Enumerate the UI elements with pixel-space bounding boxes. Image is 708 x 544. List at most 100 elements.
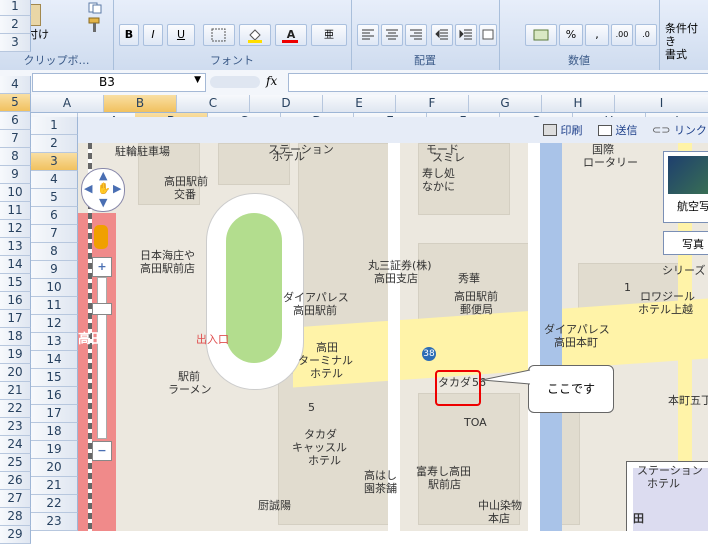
number-group-label: 数値: [568, 54, 590, 67]
underline-button[interactable]: U: [167, 24, 195, 46]
row-header[interactable]: 17: [0, 310, 31, 328]
printer-icon: [543, 124, 557, 136]
formula-input[interactable]: [288, 73, 708, 92]
row-header[interactable]: 26: [0, 472, 31, 490]
column-header[interactable]: I: [615, 95, 708, 112]
row-header[interactable]: 4: [0, 76, 31, 94]
font-color-button[interactable]: A: [275, 24, 307, 46]
inner-row-header: 19: [31, 441, 78, 459]
conditional-format-label: 条件付き: [665, 22, 698, 48]
row-header[interactable]: 1: [0, 0, 31, 16]
row-header[interactable]: 11: [0, 202, 31, 220]
zoom-slider[interactable]: [97, 277, 107, 439]
print-link[interactable]: 印刷: [543, 122, 583, 138]
fill-color-button[interactable]: [239, 24, 271, 46]
merge-cells-button[interactable]: [479, 24, 497, 46]
bold-button[interactable]: B: [119, 24, 139, 46]
inner-row-header: 17: [31, 405, 78, 423]
row-header[interactable]: 14: [0, 256, 31, 274]
pan-control[interactable]: ▲ ▼ ◀ ▶ ✋: [81, 168, 125, 212]
row-header[interactable]: 19: [0, 346, 31, 364]
chain-link-icon: ⊂⊃: [652, 123, 671, 137]
row-header[interactable]: 15: [0, 274, 31, 292]
photo-option[interactable]: 写真: [663, 231, 708, 255]
send-link[interactable]: 送信: [598, 122, 638, 138]
phonetic-button[interactable]: 亜: [311, 24, 347, 46]
row-header[interactable]: 24: [0, 436, 31, 454]
fx-icon[interactable]: fx: [266, 74, 277, 88]
row-header[interactable]: 18: [0, 328, 31, 346]
column-header[interactable]: G: [469, 95, 542, 112]
row-header[interactable]: 16: [0, 292, 31, 310]
pasted-image[interactable]: A B C D E F G H I 1 2 3 4 5 6 7 8 9 10 1…: [31, 113, 708, 531]
comma-button[interactable]: ,: [585, 24, 609, 46]
column-header[interactable]: D: [250, 95, 323, 112]
overview-map[interactable]: ステーション ホテル 田: [626, 461, 708, 531]
format-painter-icon[interactable]: [86, 16, 104, 34]
row-header[interactable]: 8: [0, 148, 31, 166]
column-header[interactable]: A: [31, 95, 104, 112]
border-button[interactable]: [203, 24, 235, 46]
aerial-button[interactable]: 航空写真: [663, 151, 708, 223]
link-label: リンク: [673, 124, 707, 137]
increase-indent-button[interactable]: [455, 24, 477, 46]
row-header[interactable]: 27: [0, 490, 31, 508]
map-label: 厨誠陽: [258, 499, 291, 512]
column-header[interactable]: F: [396, 95, 469, 112]
row-header[interactable]: 23: [0, 418, 31, 436]
percent-button[interactable]: %: [559, 24, 583, 46]
pan-right-icon[interactable]: ▶: [113, 182, 121, 195]
zoom-in-button[interactable]: +: [92, 257, 112, 277]
inner-row-header: 2: [31, 135, 78, 153]
row-header[interactable]: 29: [0, 526, 31, 544]
map-label: タカダ: [304, 428, 337, 441]
row-header[interactable]: 13: [0, 238, 31, 256]
row-header[interactable]: 22: [0, 400, 31, 418]
row-header[interactable]: 3: [0, 34, 31, 52]
align-center-button[interactable]: [381, 24, 403, 46]
column-header[interactable]: C: [177, 95, 250, 112]
row-header[interactable]: 7: [0, 130, 31, 148]
map-label: ロワジール: [640, 290, 695, 303]
inner-row-header: 10: [31, 279, 78, 297]
italic-button[interactable]: I: [143, 24, 163, 46]
conditional-format-button[interactable]: 条件付き 書式: [665, 22, 708, 61]
column-header[interactable]: E: [323, 95, 396, 112]
row-header[interactable]: 20: [0, 364, 31, 382]
column-header[interactable]: B: [104, 95, 177, 112]
name-box[interactable]: B3 ▼: [32, 73, 206, 92]
decrease-decimal-button[interactable]: .0: [635, 24, 657, 46]
row-header[interactable]: 5: [0, 94, 31, 112]
align-right-button[interactable]: [405, 24, 427, 46]
link-link[interactable]: ⊂⊃ リンク: [652, 122, 707, 138]
map[interactable]: ▲ ▼ ◀ ▶ ✋ + − 駐輪駐車場 ステーション ホテル 高田駅前 交番 モ…: [78, 143, 708, 531]
map-label: 高田駅前: [454, 290, 498, 303]
row-header[interactable]: 25: [0, 454, 31, 472]
pegman-icon[interactable]: [94, 225, 108, 249]
row-header[interactable]: 10: [0, 184, 31, 202]
column-header[interactable]: H: [542, 95, 615, 112]
align-left-button[interactable]: [357, 24, 379, 46]
pan-up-icon[interactable]: ▲: [99, 169, 107, 182]
increase-decimal-button[interactable]: .00: [611, 24, 633, 46]
decrease-indent-button[interactable]: [431, 24, 453, 46]
pan-left-icon[interactable]: ◀: [84, 182, 92, 195]
currency-button[interactable]: [525, 24, 557, 46]
row-header[interactable]: 12: [0, 220, 31, 238]
zoom-thumb[interactable]: [92, 303, 112, 315]
map-label: 園茶舗: [364, 482, 397, 495]
pan-down-icon[interactable]: ▼: [99, 196, 107, 209]
row-header[interactable]: 28: [0, 508, 31, 526]
hand-icon[interactable]: ✋: [97, 182, 111, 195]
row-header[interactable]: 2: [0, 16, 31, 34]
row-header[interactable]: 21: [0, 382, 31, 400]
map-label: 郵便局: [460, 303, 493, 316]
copy-icon[interactable]: [88, 2, 102, 14]
inner-row-header: 16: [31, 387, 78, 405]
row-header[interactable]: 6: [0, 112, 31, 130]
map-label: ロータリー: [583, 156, 638, 169]
inner-row-header: 13: [31, 333, 78, 351]
row-header[interactable]: 9: [0, 166, 31, 184]
zoom-out-button[interactable]: −: [92, 441, 112, 461]
chevron-down-icon[interactable]: ▼: [194, 75, 201, 85]
